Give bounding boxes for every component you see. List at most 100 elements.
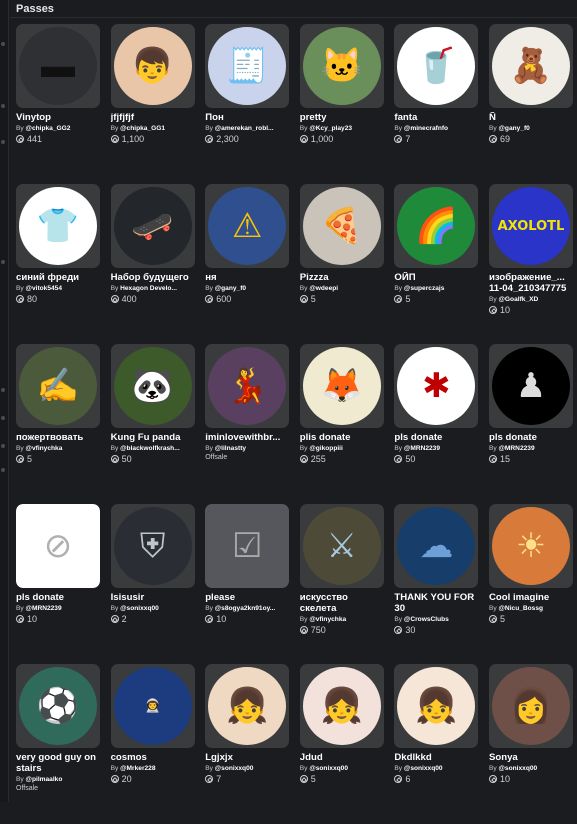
pass-name[interactable]: Cool imagine (489, 592, 573, 603)
pass-card[interactable]: 👨‍🚀 cosmos By @Mrker228 20 (110, 664, 195, 824)
creator-link[interactable]: @Kcy_play23 (309, 125, 352, 132)
pass-card[interactable]: 🧾 Пон By @amerekan_robl... 2,300 (205, 24, 290, 184)
creator-link[interactable]: @MRN2239 (404, 445, 440, 452)
pass-card[interactable]: 🌈 ОЙП By @superczajs 5 (394, 184, 479, 344)
pass-name[interactable]: THANK YOU FOR 30 (394, 592, 478, 614)
pass-card[interactable]: 👧 Jdud By @sonixxq00 5 (299, 664, 384, 824)
pass-card[interactable]: 🍕 Pizzza By @wdeepi 5 (299, 184, 384, 344)
pass-card[interactable]: ⚽ very good guy on stairs By @pilmaalko Off… (16, 664, 100, 824)
pass-thumbnail[interactable]: 🥤 (394, 24, 479, 108)
pass-thumbnail[interactable]: 🛹 (110, 184, 195, 268)
creator-link[interactable]: @gany_f0 (499, 125, 530, 132)
pass-thumbnail[interactable]: 👧 (205, 664, 290, 748)
pass-thumbnail[interactable]: ☑ (205, 504, 290, 588)
pass-name[interactable]: Набор будущего (111, 272, 195, 283)
pass-thumbnail[interactable]: ⊘ (16, 504, 100, 588)
pass-name[interactable]: Lgjxjx (205, 752, 289, 763)
pass-name[interactable]: plis donate (300, 432, 384, 443)
pass-card[interactable]: AXOLOTL изображение_... 11-04_210347775 By… (488, 184, 573, 344)
pass-name[interactable]: синий фреди (16, 272, 100, 283)
creator-link[interactable]: @superczajs (404, 285, 445, 292)
creator-link[interactable]: @minecrafnfo (404, 125, 448, 132)
pass-card[interactable]: ✍ пожертвовать By @vfinychka 5 (16, 344, 100, 504)
pass-card[interactable]: 👩 Sonya By @sonixxq00 10 (488, 664, 573, 824)
pass-card[interactable]: ☑ please By @s8ogya2kn91oy... 10 (205, 504, 290, 664)
pass-card[interactable]: 🧸 Ñ By @gany_f0 69 (488, 24, 573, 184)
creator-link[interactable]: @CrowsClubs (404, 616, 449, 623)
pass-thumbnail[interactable]: ☀ (488, 504, 573, 588)
pass-card[interactable]: 🐼 Kung Fu panda By @blackwolfkrash... 50 (110, 344, 195, 504)
pass-card[interactable]: ☀ Cool imagine By @Nicu_Bossg 5 (488, 504, 573, 664)
pass-card[interactable]: ☁ THANK YOU FOR 30 By @CrowsClubs 30 (394, 504, 479, 664)
creator-link[interactable]: @pilmaalko (26, 776, 63, 783)
creator-link[interactable]: @vfinychka (309, 616, 346, 623)
pass-name[interactable]: Ñ (489, 112, 573, 123)
pass-thumbnail[interactable]: 🍕 (299, 184, 384, 268)
pass-name[interactable]: Pizzza (300, 272, 384, 283)
pass-card[interactable]: ⚠ ня By @gany_f0 600 (205, 184, 290, 344)
pass-thumbnail[interactable]: 👩 (488, 664, 573, 748)
creator-link[interactable]: @vfinychka (26, 445, 63, 452)
creator-link[interactable]: Hexagon Develo... (120, 285, 177, 292)
pass-card[interactable]: ⛨ Isisusir By @sonixxq00 2 (110, 504, 195, 664)
pass-name[interactable]: Sonya (489, 752, 573, 763)
pass-thumbnail[interactable]: 🌈 (394, 184, 479, 268)
pass-name[interactable]: Kung Fu panda (111, 432, 195, 443)
pass-thumbnail[interactable]: 🐱 (299, 24, 384, 108)
pass-name[interactable]: pls donate (489, 432, 573, 443)
pass-thumbnail[interactable]: ✱ (394, 344, 479, 428)
pass-card[interactable]: 🥤 fanta By @minecrafnfo 7 (394, 24, 479, 184)
pass-card[interactable]: 🐱 pretty By @Kcy_play23 1,000 (299, 24, 384, 184)
creator-link[interactable]: @s8ogya2kn91oy... (215, 605, 276, 612)
creator-link[interactable]: @gany_f0 (215, 285, 246, 292)
pass-name[interactable]: very good guy on stairs (16, 752, 100, 774)
pass-thumbnail[interactable]: 👧 (299, 664, 384, 748)
pass-thumbnail[interactable]: 👕 (16, 184, 100, 268)
creator-link[interactable]: @amerekan_robl... (215, 125, 274, 132)
pass-name[interactable]: изображение_... 11-04_210347775 (489, 272, 573, 294)
pass-name[interactable]: cosmos (111, 752, 195, 763)
pass-thumbnail[interactable]: ✍ (16, 344, 100, 428)
pass-card[interactable]: ⊘ pls donate By @MRN2239 10 (16, 504, 100, 664)
creator-link[interactable]: @wdeepi (309, 285, 338, 292)
pass-card[interactable]: 👧 Dkdlkkd By @sonixxq00 6 (394, 664, 479, 824)
creator-link[interactable]: @sonixxq00 (499, 765, 538, 772)
pass-name[interactable]: pls donate (16, 592, 100, 603)
pass-name[interactable]: ня (205, 272, 289, 283)
pass-name[interactable]: Jdud (300, 752, 384, 763)
pass-name[interactable]: jfjfjfjf (111, 112, 195, 123)
pass-thumbnail[interactable]: ⚠ (205, 184, 290, 268)
creator-link[interactable]: @Mrker228 (120, 765, 155, 772)
pass-name[interactable]: pretty (300, 112, 384, 123)
creator-link[interactable]: @Nicu_Bossg (499, 605, 544, 612)
pass-thumbnail[interactable]: 🧾 (205, 24, 290, 108)
creator-link[interactable]: @MRN2239 (499, 445, 535, 452)
creator-link[interactable]: @sonixxq00 (120, 605, 159, 612)
pass-thumbnail[interactable]: AXOLOTL (488, 184, 573, 268)
creator-link[interactable]: @MRN2239 (26, 605, 62, 612)
pass-name[interactable]: Dkdlkkd (394, 752, 478, 763)
pass-thumbnail[interactable]: 💃 (205, 344, 290, 428)
pass-name[interactable]: fanta (394, 112, 478, 123)
pass-thumbnail[interactable]: 👨‍🚀 (110, 664, 195, 748)
pass-thumbnail[interactable]: ⚽ (16, 664, 100, 748)
pass-card[interactable]: 👕 синий фреди By @vitok5454 80 (16, 184, 100, 344)
pass-name[interactable]: pls donate (394, 432, 478, 443)
pass-thumbnail[interactable]: ☁ (394, 504, 479, 588)
creator-link[interactable]: @chipka_GG1 (120, 125, 165, 132)
pass-card[interactable]: ⚔ искусство скелета By @vfinychka 750 (299, 504, 384, 664)
pass-thumbnail[interactable]: 👧 (394, 664, 479, 748)
pass-card[interactable]: 🦊 plis donate By @gikoppiii 255 (299, 344, 384, 504)
pass-thumbnail[interactable]: ♟ (488, 344, 573, 428)
pass-name[interactable]: ОЙП (394, 272, 478, 283)
pass-name[interactable]: искусство скелета (300, 592, 384, 614)
creator-link[interactable]: @sonixxq00 (404, 765, 443, 772)
pass-card[interactable]: 👦 jfjfjfjf By @chipka_GG1 1,100 (110, 24, 195, 184)
pass-thumbnail[interactable]: ▬ (16, 24, 100, 108)
creator-link[interactable]: @chipka_GG2 (26, 125, 71, 132)
pass-thumbnail[interactable]: 🧸 (488, 24, 573, 108)
creator-link[interactable]: @gikoppiii (309, 445, 343, 452)
pass-name[interactable]: Isisusir (111, 592, 195, 603)
creator-link[interactable]: @sonixxq00 (309, 765, 348, 772)
pass-thumbnail[interactable]: 👦 (110, 24, 195, 108)
